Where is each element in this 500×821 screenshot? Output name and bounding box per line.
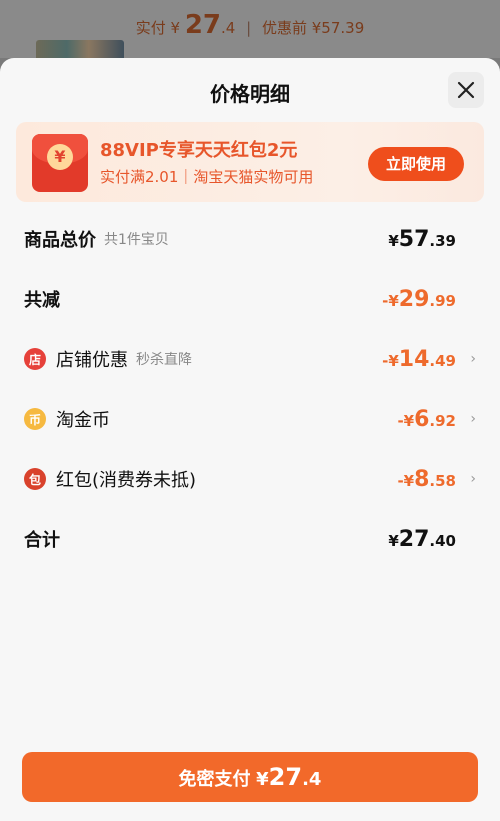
row-amount: ¥57.39 [388, 227, 456, 252]
pay-amount-int: 27 [268, 763, 303, 791]
red-packet-small-icon: 包 [24, 468, 46, 490]
pay-amount-dec: .4 [302, 769, 322, 790]
row-amount: -¥8.58 [397, 467, 456, 492]
red-packet-icon: ¥ [32, 134, 88, 192]
paid-amount-dec: .4 [221, 19, 236, 37]
row-label: 淘金币 [56, 410, 110, 431]
row-taobao-coin[interactable]: 币 淘金币 -¥6.92 › [24, 404, 476, 434]
row-product-total: 商品总价 共1件宝贝 ¥57.39 [24, 224, 476, 254]
separator: | [246, 19, 252, 37]
vip-red-packet-banner: ¥ 88VIP专享天天红包2元 实付满2.01｜淘宝天猫实物可用 立即使用 [16, 122, 484, 202]
row-label: 共减 [24, 290, 60, 311]
sheet-title: 价格明细 [210, 82, 290, 106]
screen: 实付 ¥ 27.4 | 优惠前 ¥57.39 价格明细 ¥ 88VIP专享天天红… [0, 0, 500, 821]
row-grand-total: 合计 ¥27.40 [24, 524, 476, 554]
amount-dec: .58 [429, 471, 456, 490]
row-label: 红包(消费券未抵) [56, 470, 197, 491]
amount-currency: -¥ [382, 291, 399, 310]
coin-icon: 币 [24, 408, 46, 430]
row-sub: 秒杀直降 [136, 352, 192, 368]
amount-currency: -¥ [397, 411, 415, 430]
row-sub: 共1件宝贝 [104, 232, 169, 248]
amount-int: 14 [398, 346, 430, 372]
row-amount: -¥29.99 [382, 287, 456, 312]
amount-int: 8 [414, 466, 430, 492]
amount-dec: .92 [429, 411, 456, 430]
promo-subtitle: 实付满2.01｜淘宝天猫实物可用 [100, 168, 314, 186]
password-free-pay-button[interactable]: 免密支付 ¥27.4 [22, 752, 478, 802]
amount-dec: .39 [429, 231, 456, 250]
row-red-packet[interactable]: 包 红包(消费券未抵) -¥8.58 › [24, 464, 476, 494]
amount-currency: ¥ [388, 531, 399, 550]
price-detail-sheet: 价格明细 ¥ 88VIP专享天天红包2元 实付满2.01｜淘宝天猫实物可用 立即… [0, 58, 500, 821]
close-icon [457, 81, 475, 99]
row-amount: -¥6.92 [397, 407, 456, 432]
row-amount: -¥14.49 [382, 347, 456, 372]
amount-dec: .40 [429, 531, 456, 550]
price-summary-strip: 实付 ¥ 27.4 | 优惠前 ¥57.39 [0, 10, 500, 40]
pay-label: 免密支付 [178, 769, 251, 790]
close-button[interactable] [448, 72, 484, 108]
row-total-reduction: 共减 -¥29.99 [24, 284, 476, 314]
amount-int: 27 [398, 526, 430, 552]
use-now-button[interactable]: 立即使用 [368, 147, 464, 181]
paid-label: 实付 [135, 19, 166, 37]
before-amount: ¥57.39 [311, 19, 365, 37]
row-label: 合计 [24, 530, 60, 551]
before-label: 优惠前 [261, 19, 307, 37]
amount-int: 57 [398, 226, 430, 252]
amount-currency: -¥ [382, 351, 399, 370]
pay-currency: ¥ [256, 769, 269, 790]
dimmed-background: 实付 ¥ 27.4 | 优惠前 ¥57.39 [0, 0, 500, 62]
promo-title: 88VIP专享天天红包2元 [100, 140, 298, 161]
row-label: 店铺优惠 [56, 350, 128, 371]
row-amount: ¥27.40 [388, 527, 456, 552]
chevron-right-icon: › [470, 471, 476, 487]
amount-dec: .99 [429, 291, 456, 310]
amount-int: 6 [414, 406, 430, 432]
paid-amount-int: 27 [184, 10, 222, 40]
amount-int: 29 [398, 286, 430, 312]
yen-coin-icon: ¥ [47, 144, 73, 170]
shop-icon: 店 [24, 348, 46, 370]
paid-currency: ¥ [170, 19, 181, 37]
amount-dec: .49 [429, 351, 456, 370]
row-shop-discount[interactable]: 店 店铺优惠 秒杀直降 -¥14.49 › [24, 344, 476, 374]
chevron-right-icon: › [470, 411, 476, 427]
amount-currency: ¥ [388, 231, 399, 250]
row-label: 商品总价 [24, 230, 96, 251]
chevron-right-icon: › [470, 351, 476, 367]
amount-currency: -¥ [397, 471, 415, 490]
